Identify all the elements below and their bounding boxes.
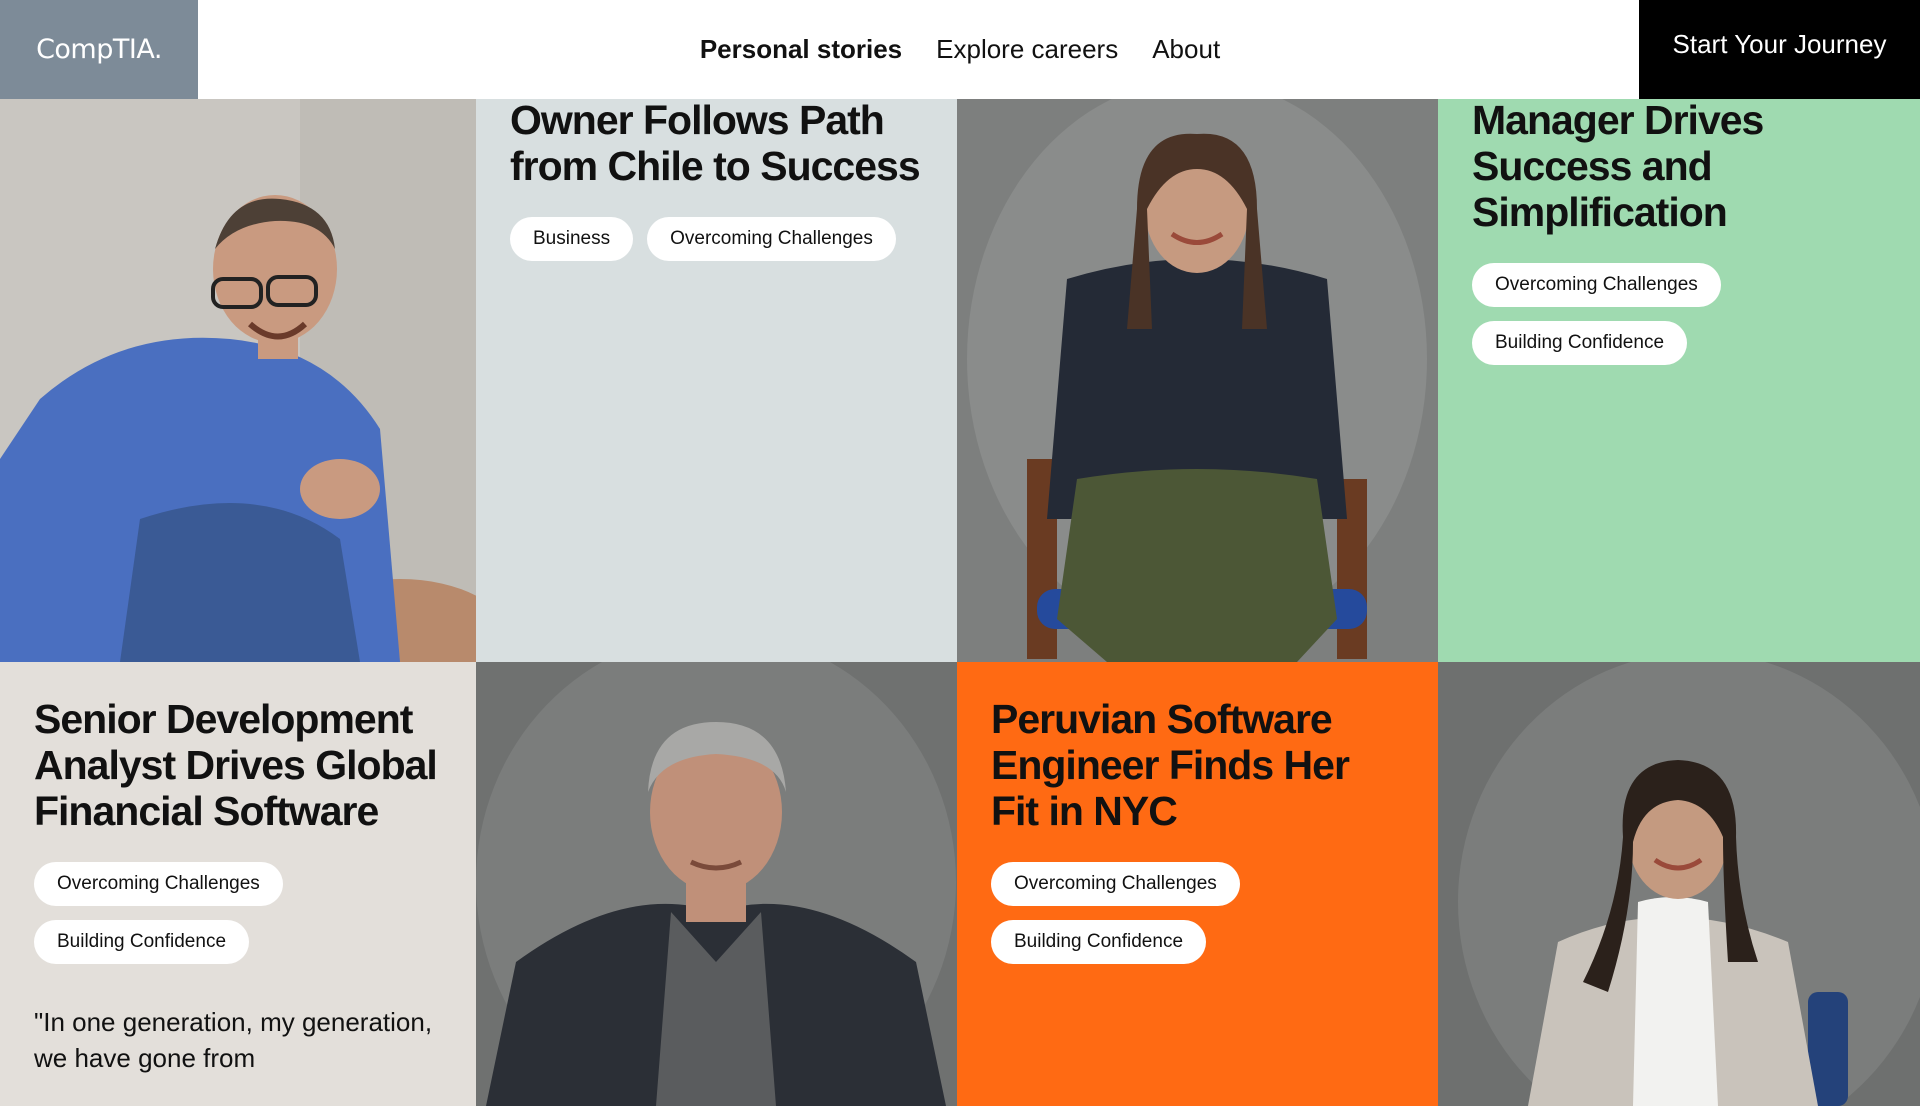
photo-woman-white-turtleneck[interactable]	[1438, 662, 1920, 1106]
story-headline[interactable]: Senior Development Analyst Drives Global…	[34, 696, 442, 834]
photo-woman-seated-illustration	[957, 99, 1438, 662]
tag-building-confidence[interactable]: Building Confidence	[991, 920, 1207, 964]
story-tags: Overcoming Challenges Building Confidenc…	[1472, 263, 1886, 365]
nav-about[interactable]: About	[1152, 34, 1220, 65]
photo-woman-seated-on-chair[interactable]	[957, 99, 1438, 662]
story-tags: Overcoming Challenges Building Confidenc…	[991, 862, 1404, 964]
tag-overcoming-challenges[interactable]: Overcoming Challenges	[1472, 263, 1721, 307]
tag-building-confidence[interactable]: Building Confidence	[34, 920, 250, 964]
story-card-peruvian-engineer[interactable]: Peruvian Software Engineer Finds Her Fit…	[957, 662, 1438, 1106]
story-card-manager[interactable]: Manager Drives Success and Simplificatio…	[1438, 99, 1920, 662]
story-tags: Business Overcoming Challenges	[510, 217, 923, 261]
story-headline[interactable]: Manager Drives Success and Simplificatio…	[1472, 99, 1886, 235]
story-tags: Overcoming Challenges Building Confidenc…	[34, 862, 442, 964]
story-card-senior-analyst[interactable]: Senior Development Analyst Drives Global…	[0, 662, 476, 1106]
photo-man-gray-hair-blazer[interactable]	[476, 662, 957, 1106]
story-card-chile[interactable]: Owner Follows Path from Chile to Success…	[476, 99, 957, 662]
tag-building-confidence[interactable]: Building Confidence	[1472, 321, 1688, 365]
tag-overcoming-challenges[interactable]: Overcoming Challenges	[647, 217, 896, 261]
site-header: CompTIA. Personal stories Explore career…	[0, 0, 1920, 99]
start-journey-button[interactable]: Start Your Journey	[1639, 0, 1920, 99]
photo-man-blue-shirt-on-couch[interactable]	[0, 99, 476, 662]
photo-woman-white-illustration	[1438, 662, 1920, 1106]
tag-business[interactable]: Business	[510, 217, 634, 261]
nav-explore-careers[interactable]: Explore careers	[936, 34, 1118, 65]
logo-text: CompTIA.	[36, 34, 162, 65]
photo-man-blazer-illustration	[476, 662, 957, 1106]
stories-grid: Owner Follows Path from Chile to Success…	[0, 99, 1920, 1106]
tag-overcoming-challenges[interactable]: Overcoming Challenges	[991, 862, 1240, 906]
tag-overcoming-challenges[interactable]: Overcoming Challenges	[34, 862, 283, 906]
story-headline[interactable]: Owner Follows Path from Chile to Success	[510, 99, 923, 189]
main-nav: Personal stories Explore careers About	[0, 0, 1920, 99]
story-headline[interactable]: Peruvian Software Engineer Finds Her Fit…	[991, 696, 1404, 834]
story-quote: "In one generation, my generation, we ha…	[34, 1007, 433, 1073]
comptia-logo[interactable]: CompTIA.	[0, 0, 198, 99]
nav-personal-stories[interactable]: Personal stories	[700, 34, 902, 65]
photo-man-blue-shirt-illustration	[0, 99, 476, 662]
